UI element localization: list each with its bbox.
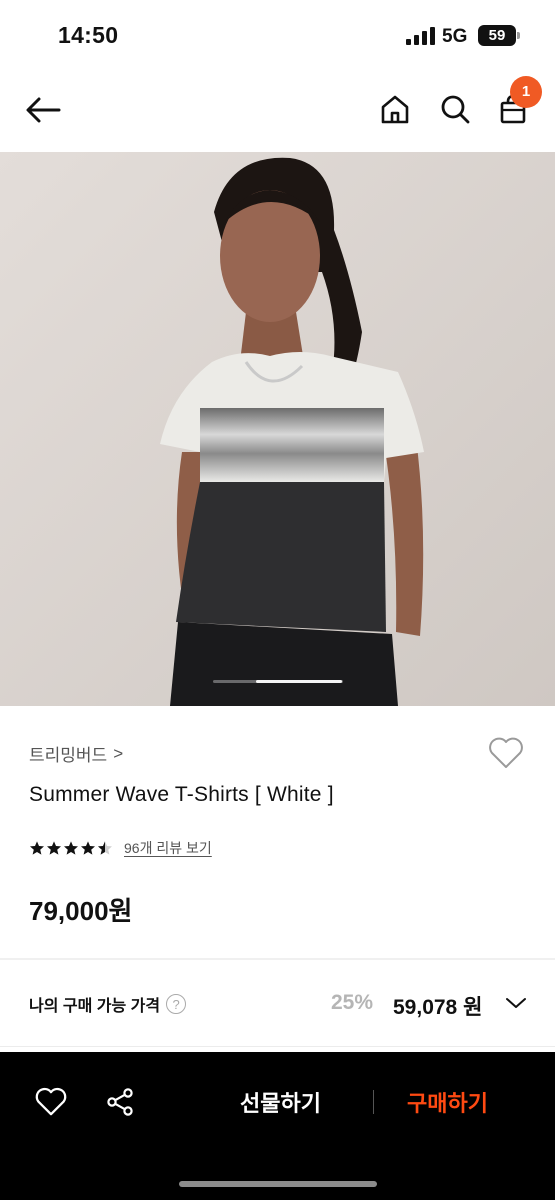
bottom-wishlist-button[interactable] — [32, 1084, 70, 1120]
share-button[interactable] — [102, 1084, 138, 1120]
share-icon — [107, 1088, 133, 1116]
heart-icon — [489, 737, 523, 768]
gift-button[interactable]: 선물하기 — [240, 1086, 321, 1118]
my-price-label: 나의 구매 가능 가격 ? — [29, 992, 187, 1016]
help-icon[interactable]: ? — [166, 994, 187, 1014]
star-icon — [47, 841, 61, 855]
product-price: 79,000원 — [29, 896, 133, 926]
search-icon — [441, 95, 470, 124]
star-icon — [81, 841, 95, 855]
bottom-bar-separator — [373, 1090, 374, 1114]
network-label: 5G — [442, 26, 468, 47]
row-divider — [0, 1046, 555, 1047]
home-icon — [381, 95, 409, 124]
signal-icon — [406, 27, 436, 45]
review-link[interactable]: 96개 리뷰 보기 — [124, 838, 212, 858]
search-button[interactable] — [434, 88, 476, 130]
star-icon — [30, 841, 44, 855]
cart-count-badge: 1 — [510, 76, 542, 108]
brand-chevron: > — [113, 743, 124, 763]
chevron-down-icon — [506, 998, 526, 1008]
image-pager-active — [256, 680, 342, 683]
arrow-left-icon — [26, 97, 61, 123]
heart-icon — [35, 1087, 67, 1116]
my-price-row[interactable]: 나의 구매 가능 가격 ? 25% 59,078 원 — [0, 960, 555, 1048]
brand-link[interactable]: 트리밍버드 > — [29, 741, 123, 766]
my-price-value: 59,078 원 — [393, 996, 483, 1019]
status-time: 14:50 — [58, 22, 119, 48]
rating-stars — [29, 840, 113, 856]
home-indicator — [179, 1181, 377, 1187]
battery-icon: 59 — [478, 25, 516, 46]
half-star-icon — [98, 841, 112, 855]
status-bar: 14:50 5G 59 — [0, 0, 555, 70]
nav-header: 1 — [0, 70, 555, 152]
buy-button[interactable]: 구매하기 — [407, 1086, 488, 1118]
star-icon — [64, 841, 78, 855]
back-button[interactable] — [22, 90, 64, 130]
product-title: Summer Wave T-Shirts [ White ] — [29, 783, 334, 806]
rating-row: 96개 리뷰 보기 — [29, 838, 212, 858]
bottom-action-bar: 선물하기 구매하기 — [0, 1052, 555, 1200]
battery-tip — [517, 32, 520, 39]
product-photo — [0, 152, 555, 706]
my-price-label-text: 나의 구매 가능 가격 — [29, 998, 161, 1015]
wishlist-button[interactable] — [486, 734, 526, 772]
product-image[interactable] — [0, 152, 555, 706]
brand-name: 트리밍버드 — [29, 746, 108, 765]
discount-rate: 25% — [331, 991, 374, 1014]
home-button[interactable] — [374, 88, 416, 130]
expand-price-button[interactable] — [503, 990, 529, 1016]
